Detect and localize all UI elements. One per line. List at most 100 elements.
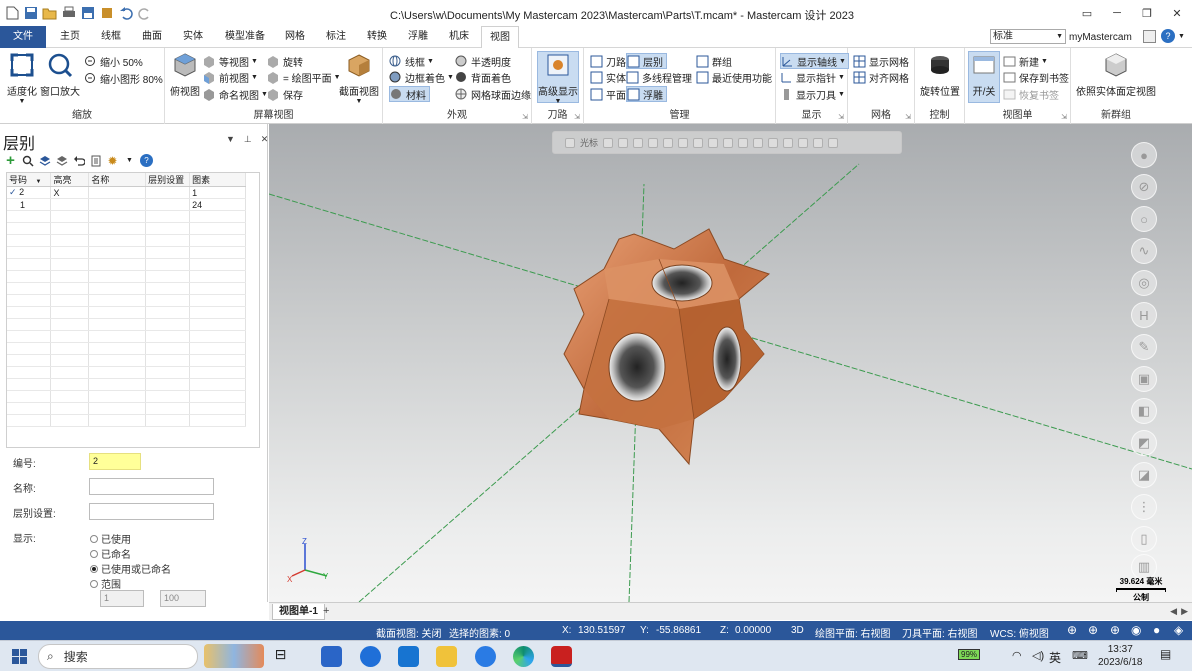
- dialog-launcher-icon[interactable]: ⇲: [574, 113, 580, 121]
- layers-icon[interactable]: [38, 154, 51, 167]
- close-icon[interactable]: ✕: [1162, 0, 1192, 26]
- mesh-edges-button[interactable]: 网格球面边缘: [455, 86, 531, 102]
- edge-browser-icon[interactable]: [513, 646, 534, 667]
- levels-manager-button[interactable]: 层别: [626, 53, 667, 69]
- radio-used[interactable]: 已使用: [90, 531, 131, 546]
- new-file-icon[interactable]: [4, 5, 20, 21]
- snap-icon[interactable]: [828, 137, 839, 148]
- volume-icon[interactable]: ◁): [1032, 649, 1044, 662]
- save-as-icon[interactable]: [80, 5, 96, 21]
- tab-view[interactable]: 视图: [481, 26, 519, 49]
- nav-left-icon[interactable]: ◀: [1170, 606, 1177, 617]
- top-view-button[interactable]: 俯视图: [168, 52, 202, 98]
- section-view-status[interactable]: 截面视图: 关闭: [376, 625, 442, 640]
- dialog-launcher-icon[interactable]: ⇲: [522, 113, 528, 121]
- material-button[interactable]: 材料: [389, 86, 430, 102]
- snap-icon[interactable]: [798, 137, 809, 148]
- notification-icon[interactable]: ▤: [1160, 647, 1171, 661]
- fit-button[interactable]: 适度化 ▼: [4, 52, 40, 105]
- select-body-icon[interactable]: ▣: [1131, 366, 1157, 392]
- edge-shade-button[interactable]: 边框着色 ▼: [389, 69, 454, 85]
- snap-icon[interactable]: [633, 137, 644, 148]
- nav-right-icon[interactable]: ▶: [1181, 606, 1188, 617]
- select-surface-icon[interactable]: ◩: [1131, 430, 1157, 456]
- chevron-down-icon[interactable]: ▼: [1178, 33, 1185, 40]
- number-field[interactable]: 2: [89, 453, 141, 470]
- app-k-icon[interactable]: [475, 646, 496, 667]
- wifi-icon[interactable]: ◠: [1012, 649, 1022, 662]
- my-mastercam-label[interactable]: myMastercam: [1069, 32, 1132, 43]
- name-field[interactable]: [89, 478, 214, 495]
- tab-transform[interactable]: 转换: [359, 26, 395, 48]
- column-number[interactable]: 号码 ▼: [7, 173, 52, 187]
- tplane-status[interactable]: 刀具平面: 右视图: [902, 625, 978, 640]
- snap-icon[interactable]: [813, 137, 824, 148]
- radio-named[interactable]: 已命名: [90, 546, 131, 561]
- dialog-launcher-icon[interactable]: ⇲: [1061, 113, 1067, 121]
- tab-machine[interactable]: 机床: [441, 26, 477, 48]
- select-edge-icon[interactable]: ✎: [1131, 334, 1157, 360]
- toolpath-manager-button[interactable]: 刀路: [590, 53, 626, 69]
- select-chain-icon[interactable]: ∿: [1131, 238, 1157, 264]
- restore-bookmark-button[interactable]: 恢复书签: [1003, 86, 1059, 102]
- save-view-button[interactable]: 保存: [267, 86, 303, 102]
- minimize-icon[interactable]: ─: [1102, 0, 1132, 26]
- snap-icon[interactable]: [648, 137, 659, 148]
- tab-relief[interactable]: 浮雕: [400, 26, 436, 48]
- browser-app-icon[interactable]: [360, 646, 381, 667]
- chevron-down-icon[interactable]: ▼: [123, 154, 136, 167]
- globe-icon[interactable]: ⊕: [1110, 623, 1120, 637]
- recent-functions-button[interactable]: 最近使用功能: [696, 69, 772, 85]
- column-highlight[interactable]: 高亮: [50, 173, 90, 187]
- help-icon[interactable]: ?: [1161, 29, 1175, 43]
- cube-icon[interactable]: ◈: [1174, 623, 1183, 637]
- globe-icon[interactable]: ⊕: [1088, 623, 1098, 637]
- select-color-icon[interactable]: ◧: [1131, 398, 1157, 424]
- view-by-solid-face-button[interactable]: 依照实体面定视图: [1073, 52, 1159, 98]
- print-icon[interactable]: [61, 5, 77, 21]
- snap-icon[interactable]: [693, 137, 704, 148]
- shading-icon[interactable]: ◉: [1131, 623, 1141, 637]
- list-icon[interactable]: [89, 154, 102, 167]
- quick-mask-icon[interactable]: ●: [1131, 142, 1157, 168]
- level-set-field[interactable]: [89, 503, 214, 520]
- iso-view-button[interactable]: 等视图 ▼: [203, 53, 258, 69]
- gear-icon[interactable]: ✹: [106, 154, 119, 168]
- front-view-button[interactable]: 前视图 ▼: [203, 69, 258, 85]
- snap-icon[interactable]: [753, 137, 764, 148]
- set-cplane-button[interactable]: = 绘图平面 ▼: [267, 69, 341, 85]
- reset-icon[interactable]: [72, 154, 85, 167]
- translucent-button[interactable]: 半透明度: [455, 53, 511, 69]
- viewsheet-new-button[interactable]: 新建 ▼: [1003, 53, 1048, 69]
- range-from-field[interactable]: 1: [100, 590, 144, 607]
- search-highlight-icon[interactable]: [204, 644, 264, 668]
- snap-icon[interactable]: [663, 137, 674, 148]
- collapse-ribbon-icon[interactable]: [1143, 30, 1156, 43]
- mastercam-app-icon[interactable]: [551, 646, 572, 667]
- select-solid-icon[interactable]: ◎: [1131, 270, 1157, 296]
- save-icon[interactable]: [23, 5, 39, 21]
- snap-icon[interactable]: [783, 137, 794, 148]
- layers-gray-icon[interactable]: [55, 154, 68, 167]
- maximize-icon[interactable]: ❐: [1132, 0, 1162, 26]
- tab-solids[interactable]: 实体: [175, 26, 211, 48]
- file-explorer-icon[interactable]: [436, 646, 457, 667]
- wireframe-button[interactable]: 线框 ▼: [389, 53, 434, 69]
- store-app-icon[interactable]: [321, 646, 342, 667]
- shrink-80-button[interactable]: 缩小图形 80%: [84, 70, 163, 86]
- ribbon-options-icon[interactable]: ▭: [1072, 0, 1102, 26]
- clear-selection-icon[interactable]: ⊘: [1131, 174, 1157, 200]
- radio-range[interactable]: 范围: [90, 576, 121, 591]
- show-pointer-button[interactable]: 显示指针 ▼: [780, 69, 845, 85]
- snap-icon[interactable]: [618, 137, 629, 148]
- snap-icon[interactable]: [738, 137, 749, 148]
- align-grid-button[interactable]: 对齐网格: [853, 69, 909, 85]
- tab-mesh[interactable]: 网格: [277, 26, 313, 48]
- section-view-button[interactable]: 截面视图 ▼: [337, 52, 381, 105]
- mail-app-icon[interactable]: [398, 646, 419, 667]
- select-point-icon[interactable]: ◪: [1131, 462, 1157, 488]
- select-all-icon[interactable]: ○: [1131, 206, 1157, 232]
- groups-button[interactable]: 群组: [696, 53, 732, 69]
- radio-used-or-named[interactable]: 已使用或已命名: [90, 561, 171, 576]
- back-shade-button[interactable]: 背面着色: [455, 69, 511, 85]
